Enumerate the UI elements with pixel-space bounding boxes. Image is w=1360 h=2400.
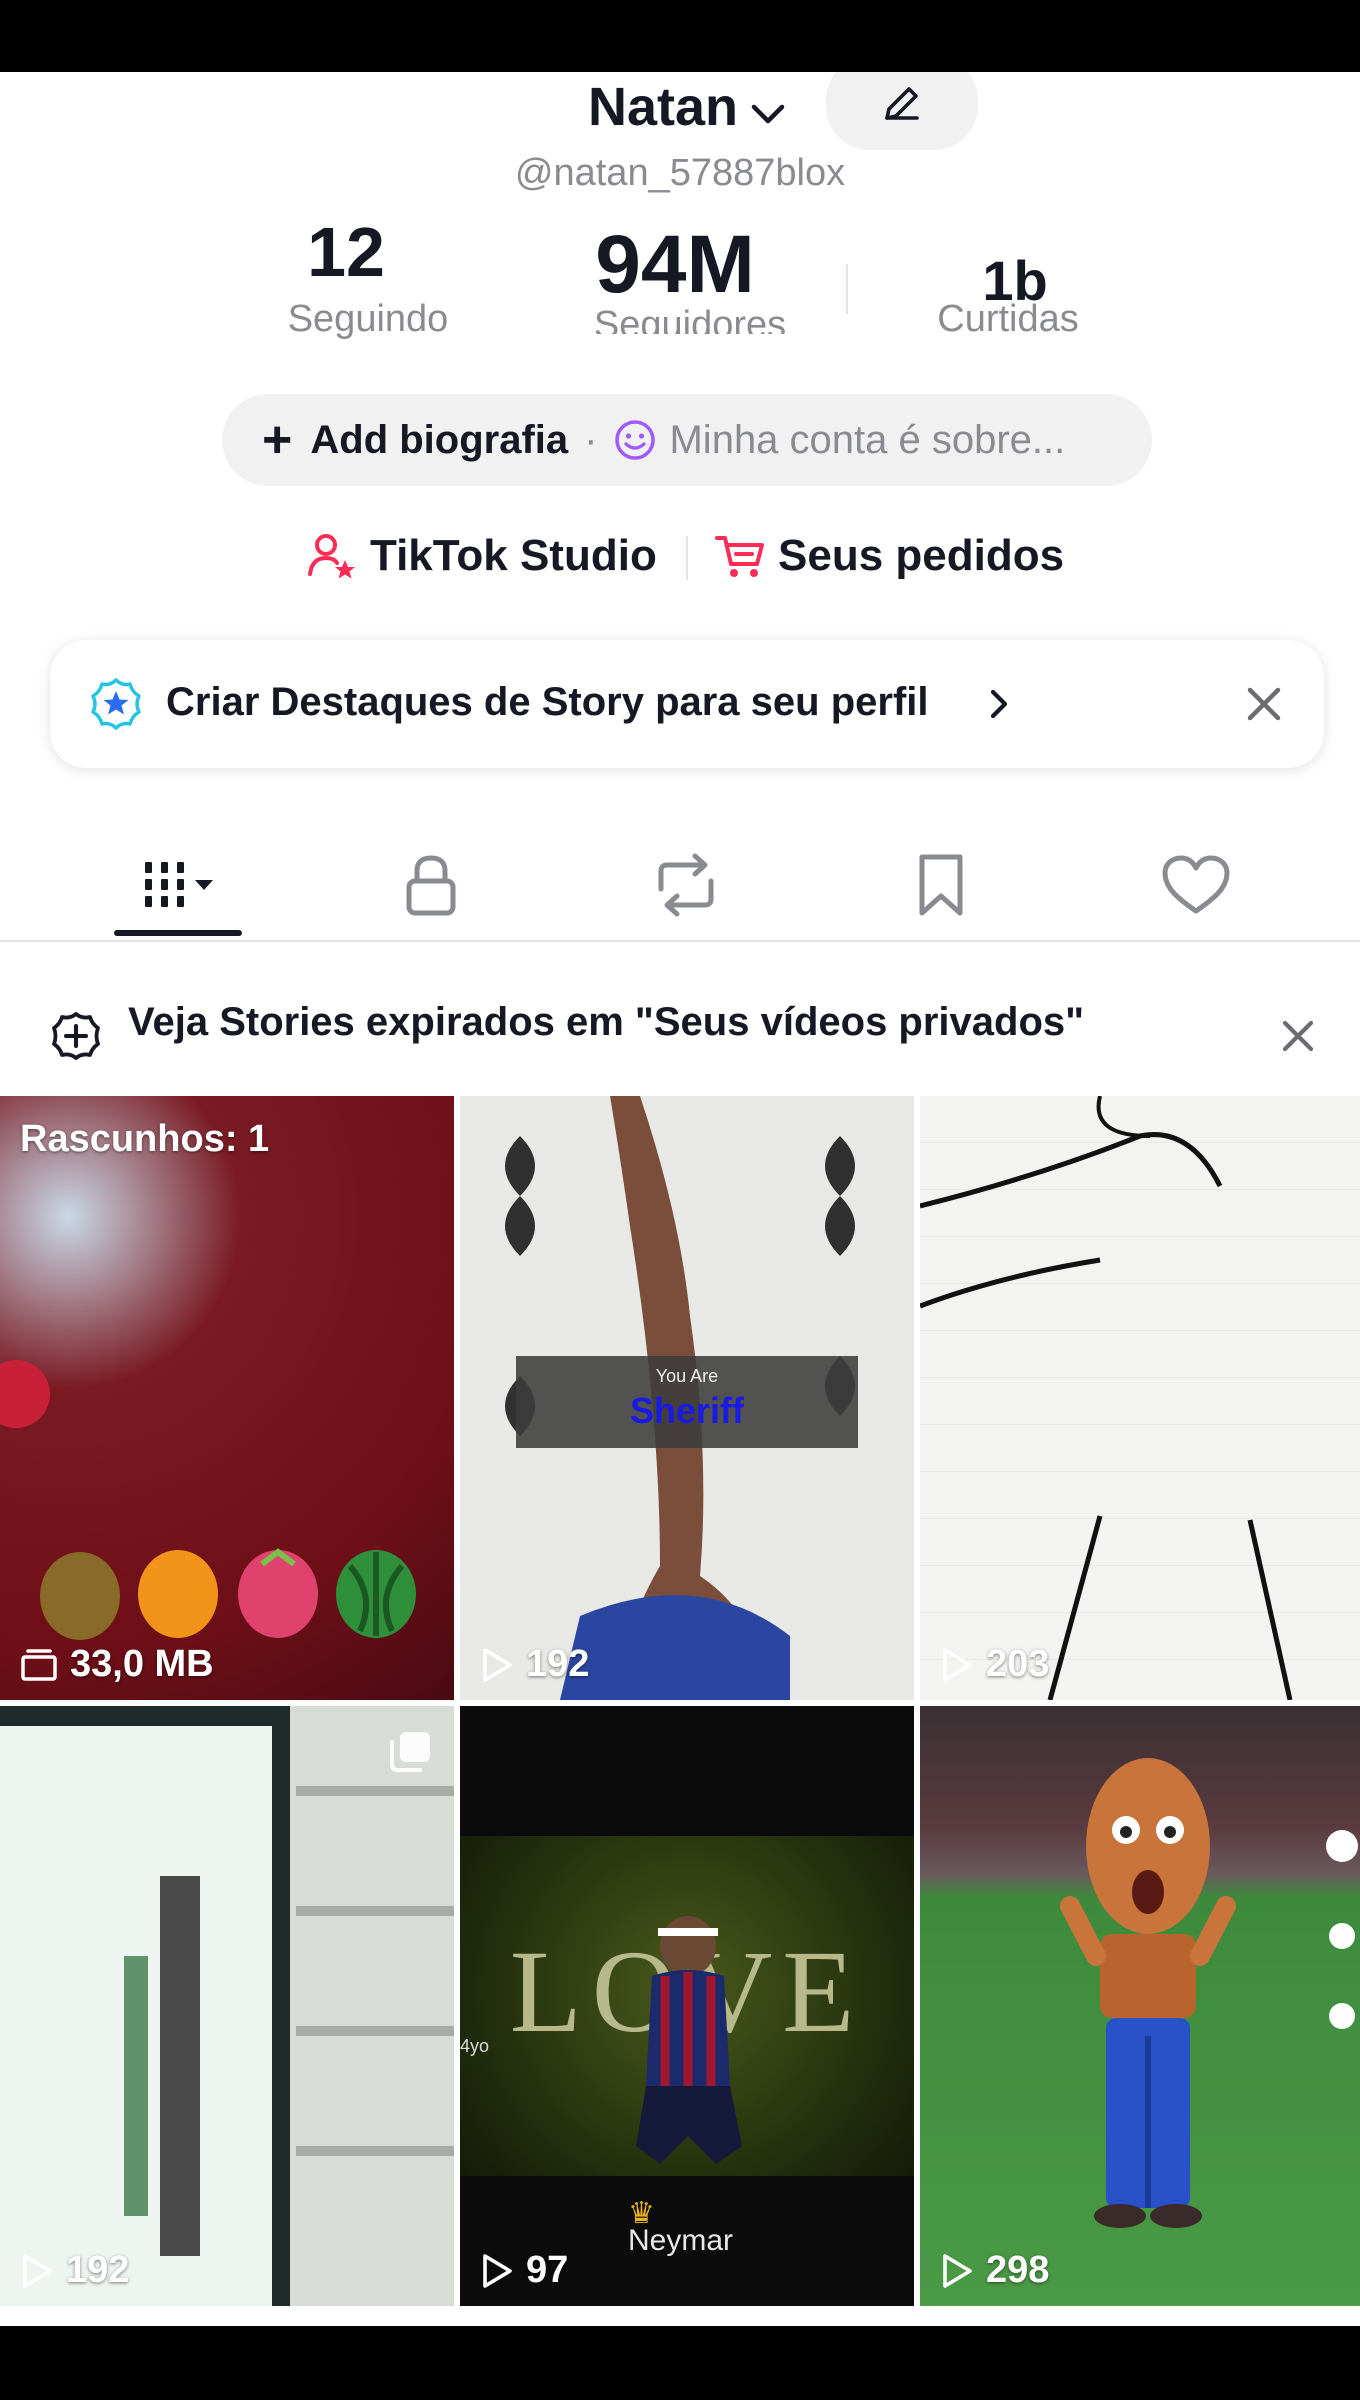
repost-icon: [658, 853, 714, 917]
video-tile[interactable]: 192: [0, 1706, 454, 2306]
view-count: 97: [480, 2249, 568, 2292]
play-icon: [943, 2253, 972, 2288]
expired-stories-notice[interactable]: Veja Stories expirados em "Seus vídeos p…: [0, 984, 1360, 1100]
view-count: 298: [940, 2249, 1049, 2292]
tab-liked[interactable]: [1131, 830, 1261, 940]
profile-header: Natan: [0, 72, 1360, 150]
story-highlights-text: Criar Destaques de Story para seu perfil: [166, 680, 929, 724]
following-label: Seguindo: [287, 298, 449, 340]
profile-handle: @natan_57887blox: [514, 152, 846, 194]
view-count-value: 192: [66, 2249, 130, 2291]
bio-placeholder: Minha conta é sobre...: [669, 417, 1066, 462]
story-add-icon: [52, 1012, 100, 1060]
play-icon: [943, 1647, 972, 1682]
corner-text: 4yo: [460, 2036, 490, 2056]
profile-tabs: [0, 830, 1360, 942]
followers-count: 94M: [595, 219, 755, 310]
neymar-text: Neymar: [628, 2224, 734, 2257]
draft-folder-icon: [21, 1648, 57, 1681]
smiley-icon: [615, 420, 656, 460]
video-tile[interactable]: You Are Sheriff 192: [460, 1096, 914, 1700]
profile-links: TikTok Studio Seus pedidos: [0, 522, 1360, 592]
bookmark-icon: [919, 854, 963, 916]
grid-icon: [145, 862, 213, 907]
tab-reposts[interactable]: [621, 830, 751, 940]
draft-size: 33,0 MB: [20, 1643, 214, 1686]
navigation-bar: [0, 2326, 1360, 2400]
status-bar: [0, 0, 1360, 72]
add-bio-label: Add biografia: [310, 417, 569, 462]
video-tile[interactable]: LOVE 4yo ♛ Neymar 97: [460, 1706, 914, 2306]
cartoon-character: [1060, 1758, 1358, 2228]
screen-photo: [0, 1706, 454, 2306]
expired-stories-text: Veja Stories expirados em "Seus vídeos p…: [128, 1000, 1085, 1044]
tiktok-studio-link[interactable]: TikTok Studio: [306, 530, 657, 582]
video-tile[interactable]: 203: [920, 1096, 1360, 1700]
orders-label: Seus pedidos: [778, 531, 1065, 580]
sketch-lines: [920, 1096, 1293, 1700]
cart-icon: [715, 536, 764, 577]
banner-bottom-text: Sheriff: [629, 1390, 744, 1431]
followers-label: Seguidores: [593, 304, 787, 334]
banner-top-text: You Are: [655, 1366, 719, 1386]
bio-separator: ·: [584, 417, 598, 462]
heart-icon: [1162, 855, 1230, 914]
following-count: 12: [307, 213, 385, 291]
drafts-label: Rascunhos: 1: [20, 1118, 270, 1160]
person-star-icon: [308, 534, 355, 579]
profile-name[interactable]: Natan: [588, 76, 738, 138]
view-count-value: 97: [526, 2249, 569, 2291]
player-figure: [636, 1916, 742, 2164]
view-count: 192: [480, 1643, 589, 1686]
view-count-value: 192: [526, 1643, 590, 1685]
view-count-value: 298: [986, 2249, 1050, 2291]
sheriff-banner: You Are Sheriff: [516, 1356, 858, 1448]
multi-photo-icon: [390, 1732, 430, 1772]
view-count: 192: [20, 2249, 129, 2292]
star-badge-icon: [91, 678, 141, 730]
play-icon: [23, 2253, 52, 2288]
tab-videos[interactable]: [114, 830, 244, 940]
orders-link[interactable]: Seus pedidos: [714, 530, 1064, 582]
play-icon: [483, 1647, 512, 1682]
video-tile[interactable]: 298: [920, 1706, 1360, 2306]
tab-private[interactable]: [366, 830, 496, 940]
view-count-value: 203: [986, 1643, 1050, 1685]
close-icon[interactable]: [1280, 1018, 1316, 1054]
likes-label: Curtidas: [937, 298, 1079, 340]
links-divider: [686, 536, 688, 580]
story-highlights-card[interactable]: Criar Destaques de Story para seu perfil: [50, 640, 1324, 768]
draft-size-value: 33,0 MB: [70, 1643, 214, 1685]
active-tab-indicator: [114, 930, 242, 936]
edit-profile-button[interactable]: [826, 72, 978, 150]
plus-icon: +: [262, 411, 293, 469]
fruit-illustration: [0, 1360, 416, 1640]
view-count: 203: [940, 1643, 1049, 1686]
play-icon: [483, 2253, 512, 2288]
chevron-down-icon[interactable]: [748, 94, 788, 134]
chevron-right-icon: [990, 689, 1008, 719]
tab-favorites[interactable]: [876, 830, 1006, 940]
add-bio-button[interactable]: + Add biografia · Minha conta é sobre...: [222, 394, 1152, 486]
drafts-tile[interactable]: Rascunhos: 1 33,0 MB: [0, 1096, 454, 1700]
lock-icon: [406, 855, 456, 916]
stats-divider: [846, 264, 848, 314]
profile-page: Natan @natan_57887blox 12 Seguindo 94M S…: [0, 72, 1360, 2326]
close-icon[interactable]: [1244, 684, 1284, 724]
pencil-icon: [885, 87, 919, 120]
tiktok-studio-label: TikTok Studio: [370, 531, 657, 580]
